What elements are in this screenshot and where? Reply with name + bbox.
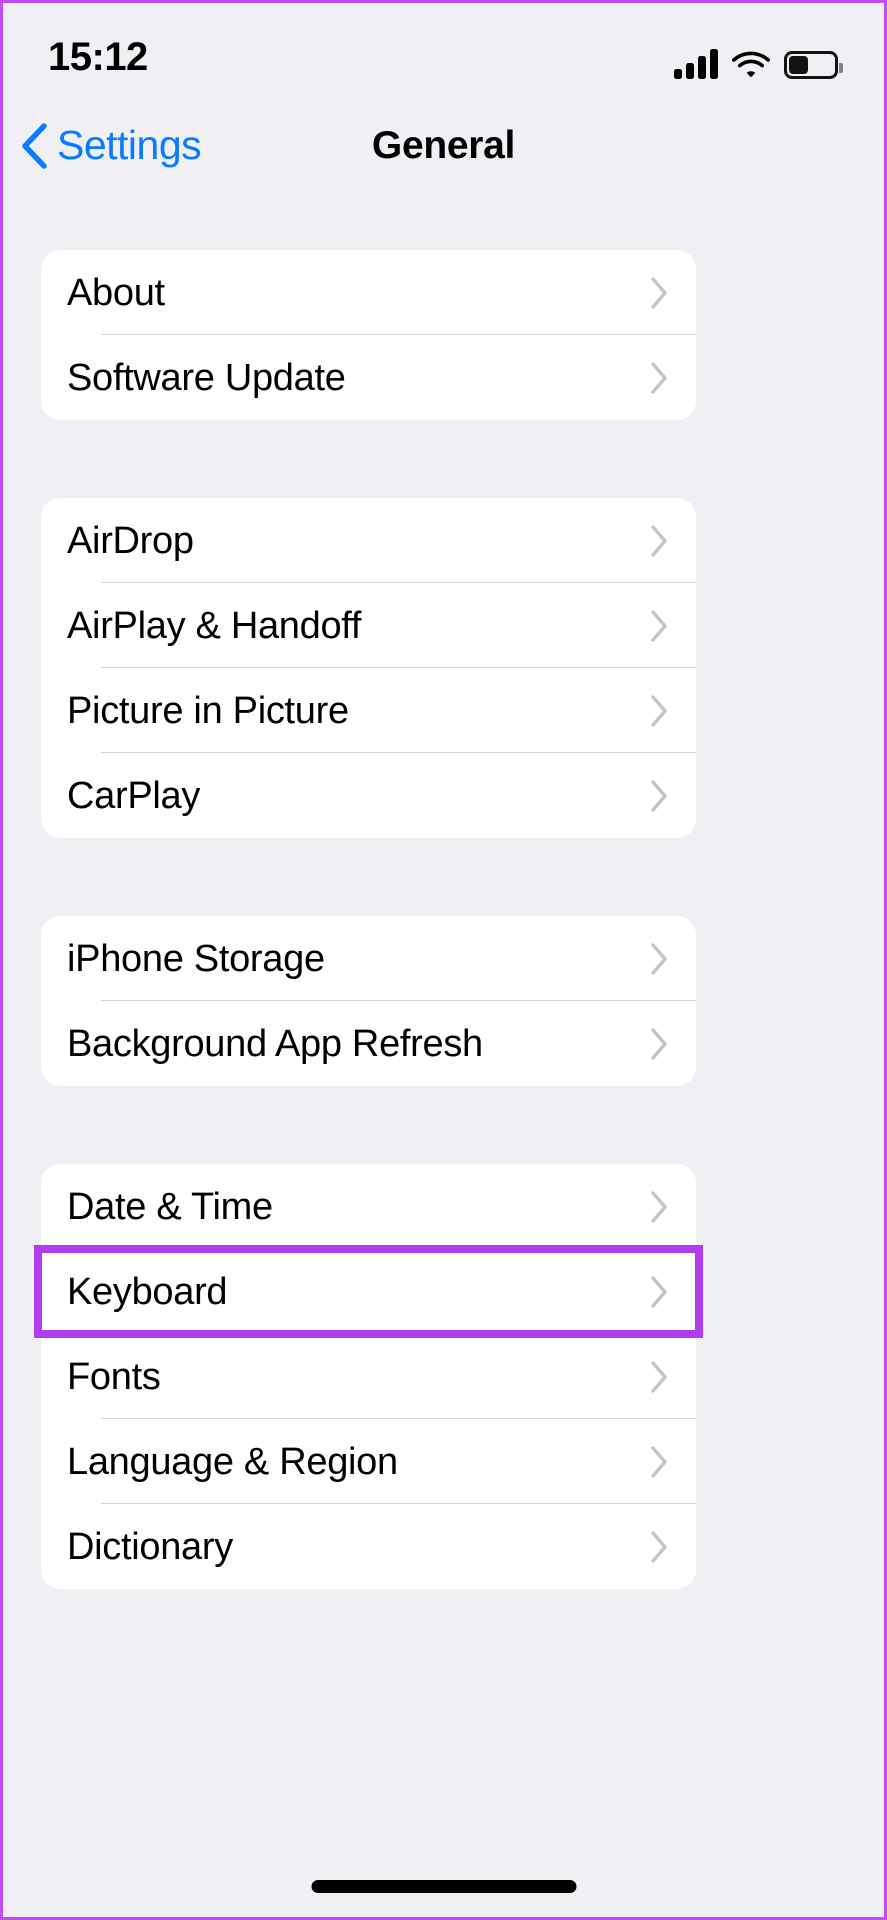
chevron-right-icon (651, 1191, 668, 1223)
settings-group: AirDrop AirPlay & Handoff Picture in Pictu… (41, 498, 696, 838)
settings-row-background-app-refresh[interactable]: Background App Refresh (41, 1001, 696, 1086)
settings-row-about[interactable]: About (41, 250, 696, 335)
settings-row-label: Background App Refresh (67, 1025, 483, 1063)
settings-row-airdrop[interactable]: AirDrop (41, 498, 696, 583)
chevron-right-icon (651, 695, 668, 727)
settings-row-label: Software Update (67, 359, 346, 397)
chevron-right-icon (651, 1531, 668, 1563)
settings-group: Date & Time Keyboard Fonts Language & Regio… (41, 1164, 696, 1589)
settings-row-carplay[interactable]: CarPlay (41, 753, 696, 838)
iphone-settings-screen: 15:12 Settings General AboutSoftware U (0, 0, 887, 1920)
chevron-right-icon (651, 610, 668, 642)
settings-row-software-update[interactable]: Software Update (41, 335, 696, 420)
settings-row-label: Fonts (67, 1358, 161, 1396)
chevron-right-icon (651, 1446, 668, 1478)
cellular-signal-icon (674, 49, 718, 79)
settings-row-label: Keyboard (67, 1273, 227, 1311)
chevron-right-icon (651, 362, 668, 394)
settings-row-label: Language & Region (67, 1443, 398, 1481)
settings-row-label: Dictionary (67, 1528, 233, 1566)
settings-row-label: About (67, 274, 165, 312)
settings-row-language-and-region[interactable]: Language & Region (41, 1419, 696, 1504)
settings-group: About Software Update (41, 250, 696, 420)
chevron-right-icon (651, 1361, 668, 1393)
home-indicator-bar (311, 1880, 576, 1893)
settings-row-label: iPhone Storage (67, 940, 325, 978)
settings-row-keyboard[interactable]: Keyboard (41, 1249, 696, 1334)
navigation-bar: Settings General (3, 108, 884, 183)
settings-row-label: CarPlay (67, 777, 200, 815)
battery-icon (784, 51, 838, 79)
settings-row-date-and-time[interactable]: Date & Time (41, 1164, 696, 1249)
settings-list[interactable]: About Software Update AirDrop AirPlay & Han… (3, 196, 884, 1917)
wifi-icon (732, 49, 770, 79)
settings-group: iPhone Storage Background App Refresh (41, 916, 696, 1086)
chevron-right-icon (651, 525, 668, 557)
status-bar-icons (674, 39, 838, 79)
status-bar-clock: 15:12 (48, 35, 148, 80)
status-bar: 15:12 (3, 27, 884, 97)
chevron-right-icon (651, 277, 668, 309)
settings-row-label: AirDrop (67, 522, 194, 560)
settings-row-dictionary[interactable]: Dictionary (41, 1504, 696, 1589)
chevron-right-icon (651, 1276, 668, 1308)
settings-row-iphone-storage[interactable]: iPhone Storage (41, 916, 696, 1001)
chevron-right-icon (651, 780, 668, 812)
settings-row-label: AirPlay & Handoff (67, 607, 361, 645)
settings-row-airplay-and-handoff[interactable]: AirPlay & Handoff (41, 583, 696, 668)
settings-row-picture-in-picture[interactable]: Picture in Picture (41, 668, 696, 753)
chevron-right-icon (651, 943, 668, 975)
chevron-right-icon (651, 1028, 668, 1060)
page-title: General (3, 108, 884, 183)
settings-row-label: Picture in Picture (67, 692, 349, 730)
settings-row-fonts[interactable]: Fonts (41, 1334, 696, 1419)
settings-row-label: Date & Time (67, 1188, 273, 1226)
